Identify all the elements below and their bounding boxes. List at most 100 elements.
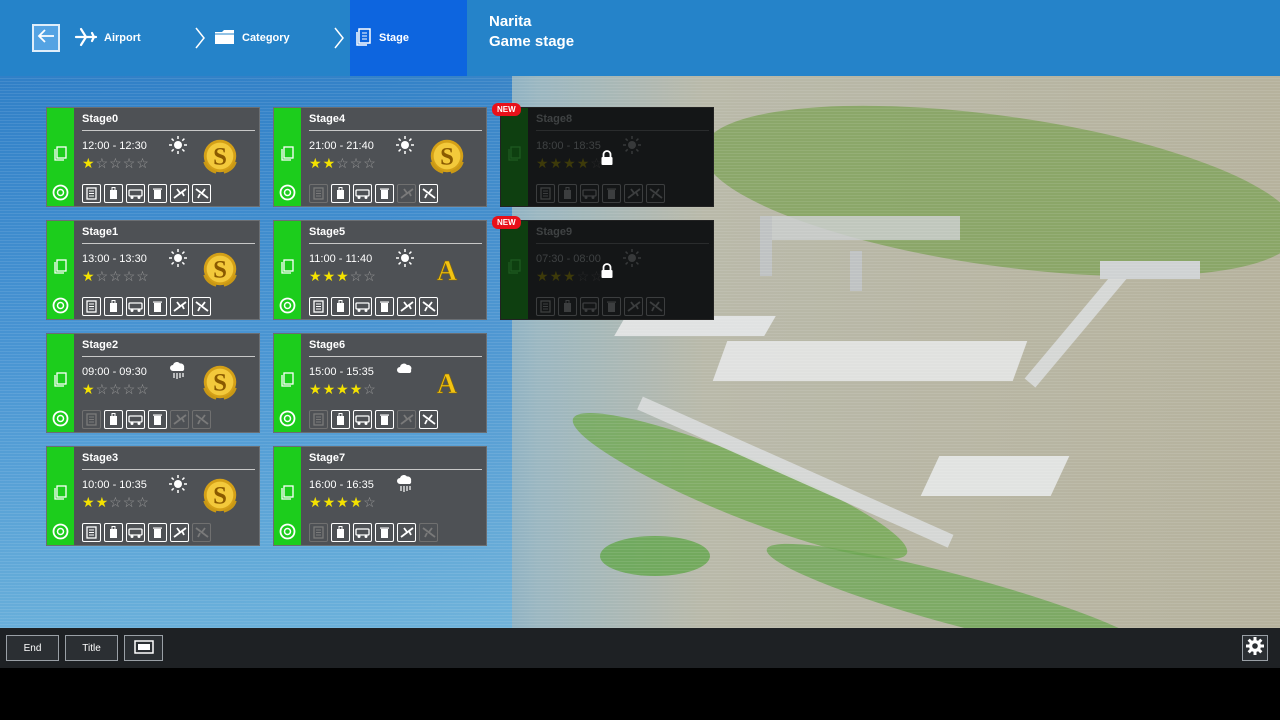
star-empty-icon: ☆ <box>576 268 591 284</box>
stage-time: 16:00 - 16:35 <box>309 479 374 491</box>
breadcrumb-stage[interactable]: Stage <box>350 0 467 76</box>
breadcrumb-category-label: Category <box>242 32 290 44</box>
baggage-icon <box>331 410 350 429</box>
trash-icon <box>375 297 394 316</box>
baggage-icon <box>558 297 577 316</box>
settings-button[interactable] <box>1242 635 1268 661</box>
document-icon <box>54 259 67 279</box>
check-circle-icon <box>279 523 296 545</box>
star-empty-icon: ☆ <box>363 155 377 171</box>
divider <box>309 356 482 357</box>
document-icon <box>54 372 67 392</box>
star-filled-icon: ★ <box>309 268 323 284</box>
star-empty-icon: ☆ <box>95 268 110 284</box>
stage-name: Stage4 <box>309 113 346 125</box>
svg-text:A: A <box>437 256 458 284</box>
stage-card-stage0[interactable]: Stage0 12:00 - 12:30 ★☆☆☆☆ S <box>46 107 260 207</box>
star-empty-icon: ☆ <box>136 155 150 171</box>
mission-icons <box>309 410 438 429</box>
stage-stars: ★☆☆☆☆ <box>82 382 150 396</box>
bus-icon <box>126 523 145 542</box>
check-circle-icon <box>52 297 69 319</box>
stage-stars: ★☆☆☆☆ <box>82 269 150 283</box>
stage-stars: ★☆☆☆☆ <box>82 156 150 170</box>
stage-name: Stage1 <box>82 226 119 238</box>
star-empty-icon: ☆ <box>122 494 137 510</box>
stage-time: 18:00 - 18:35 <box>536 140 601 152</box>
stage-card-stage2[interactable]: Stage2 09:00 - 09:30 ★☆☆☆☆ S <box>46 333 260 433</box>
svg-text:A: A <box>437 369 458 397</box>
breadcrumb-stage-label: Stage <box>379 32 409 44</box>
check-circle-icon <box>52 184 69 206</box>
lock-icon <box>600 263 614 284</box>
stage-card-stage7[interactable]: Stage7 16:00 - 16:35 ★★★★☆ <box>273 446 487 546</box>
baggage-icon <box>331 523 350 542</box>
rank-s-icon: S <box>199 136 241 176</box>
rank-a-icon: A <box>426 362 468 402</box>
stage-strip <box>47 334 74 432</box>
star-filled-icon: ★ <box>322 268 337 284</box>
document-icon <box>508 146 521 166</box>
rain-weather-icon <box>169 361 187 385</box>
star-filled-icon: ★ <box>322 155 337 171</box>
divider <box>309 243 482 244</box>
game-screen: Airport Category Stage Narita Game stage… <box>0 0 1280 720</box>
bus-icon <box>580 184 599 203</box>
star-empty-icon: ☆ <box>363 494 377 510</box>
stage-strip <box>274 221 301 319</box>
flight-log-icon <box>82 297 101 316</box>
trash-icon <box>375 410 394 429</box>
flight-log-icon <box>82 184 101 203</box>
svg-text:S: S <box>213 370 227 397</box>
stage-strip <box>274 108 301 206</box>
check-circle-icon <box>279 184 296 206</box>
stage-card-stage1[interactable]: Stage1 13:00 - 13:30 ★☆☆☆☆ S <box>46 220 260 320</box>
divider <box>536 130 709 131</box>
departure-icon <box>170 297 189 316</box>
mission-icons <box>309 297 438 316</box>
bus-icon <box>126 184 145 203</box>
stage-card-stage3[interactable]: Stage3 10:00 - 10:35 ★★☆☆☆ S <box>46 446 260 546</box>
divider <box>82 243 255 244</box>
cloud-weather-icon <box>396 362 414 381</box>
breadcrumb-airport[interactable]: Airport <box>74 0 141 76</box>
star-empty-icon: ☆ <box>136 381 150 397</box>
flight-log-icon <box>309 523 328 542</box>
flight-log-icon <box>82 410 101 429</box>
rank-s-icon: S <box>199 475 241 515</box>
lock-icon <box>600 150 614 171</box>
sun-weather-icon <box>169 136 187 159</box>
breadcrumb-category[interactable]: Category <box>214 0 290 76</box>
stage-card-stage9: Stage9 07:30 - 08:00 ★★★☆☆ NEW <box>492 216 714 320</box>
stage-card-stage5[interactable]: Stage5 11:00 - 11:40 ★★★☆☆ A <box>273 220 487 320</box>
stage-stars: ★★☆☆☆ <box>82 495 150 509</box>
stage-card-stage4[interactable]: Stage4 21:00 - 21:40 ★★☆☆☆ S <box>273 107 487 207</box>
star-filled-icon: ★ <box>536 155 550 171</box>
divider <box>82 130 255 131</box>
mission-icons <box>82 184 211 203</box>
stage-time: 07:30 - 08:00 <box>536 253 601 265</box>
sun-weather-icon <box>396 136 414 159</box>
title-button[interactable]: Title <box>65 635 118 661</box>
baggage-icon <box>104 410 123 429</box>
document-icon <box>281 372 294 392</box>
star-filled-icon: ★ <box>309 155 323 171</box>
star-empty-icon: ☆ <box>109 155 123 171</box>
star-filled-icon: ★ <box>549 155 564 171</box>
trash-icon <box>148 523 167 542</box>
fullscreen-button[interactable] <box>124 635 163 661</box>
bus-icon <box>580 297 599 316</box>
end-button[interactable]: End <box>6 635 59 661</box>
check-circle-icon <box>52 410 69 432</box>
back-arrow-icon <box>36 28 56 49</box>
bottom-bar: End Title <box>0 628 1280 668</box>
document-icon <box>54 485 67 505</box>
star-filled-icon: ★ <box>549 268 564 284</box>
trash-icon <box>602 184 621 203</box>
svg-text:S: S <box>213 257 227 284</box>
departure-icon <box>170 184 189 203</box>
star-empty-icon: ☆ <box>136 494 150 510</box>
back-button[interactable] <box>32 24 60 52</box>
baggage-icon <box>104 184 123 203</box>
stage-card-stage6[interactable]: Stage6 15:00 - 15:35 ★★★★☆ A <box>273 333 487 433</box>
